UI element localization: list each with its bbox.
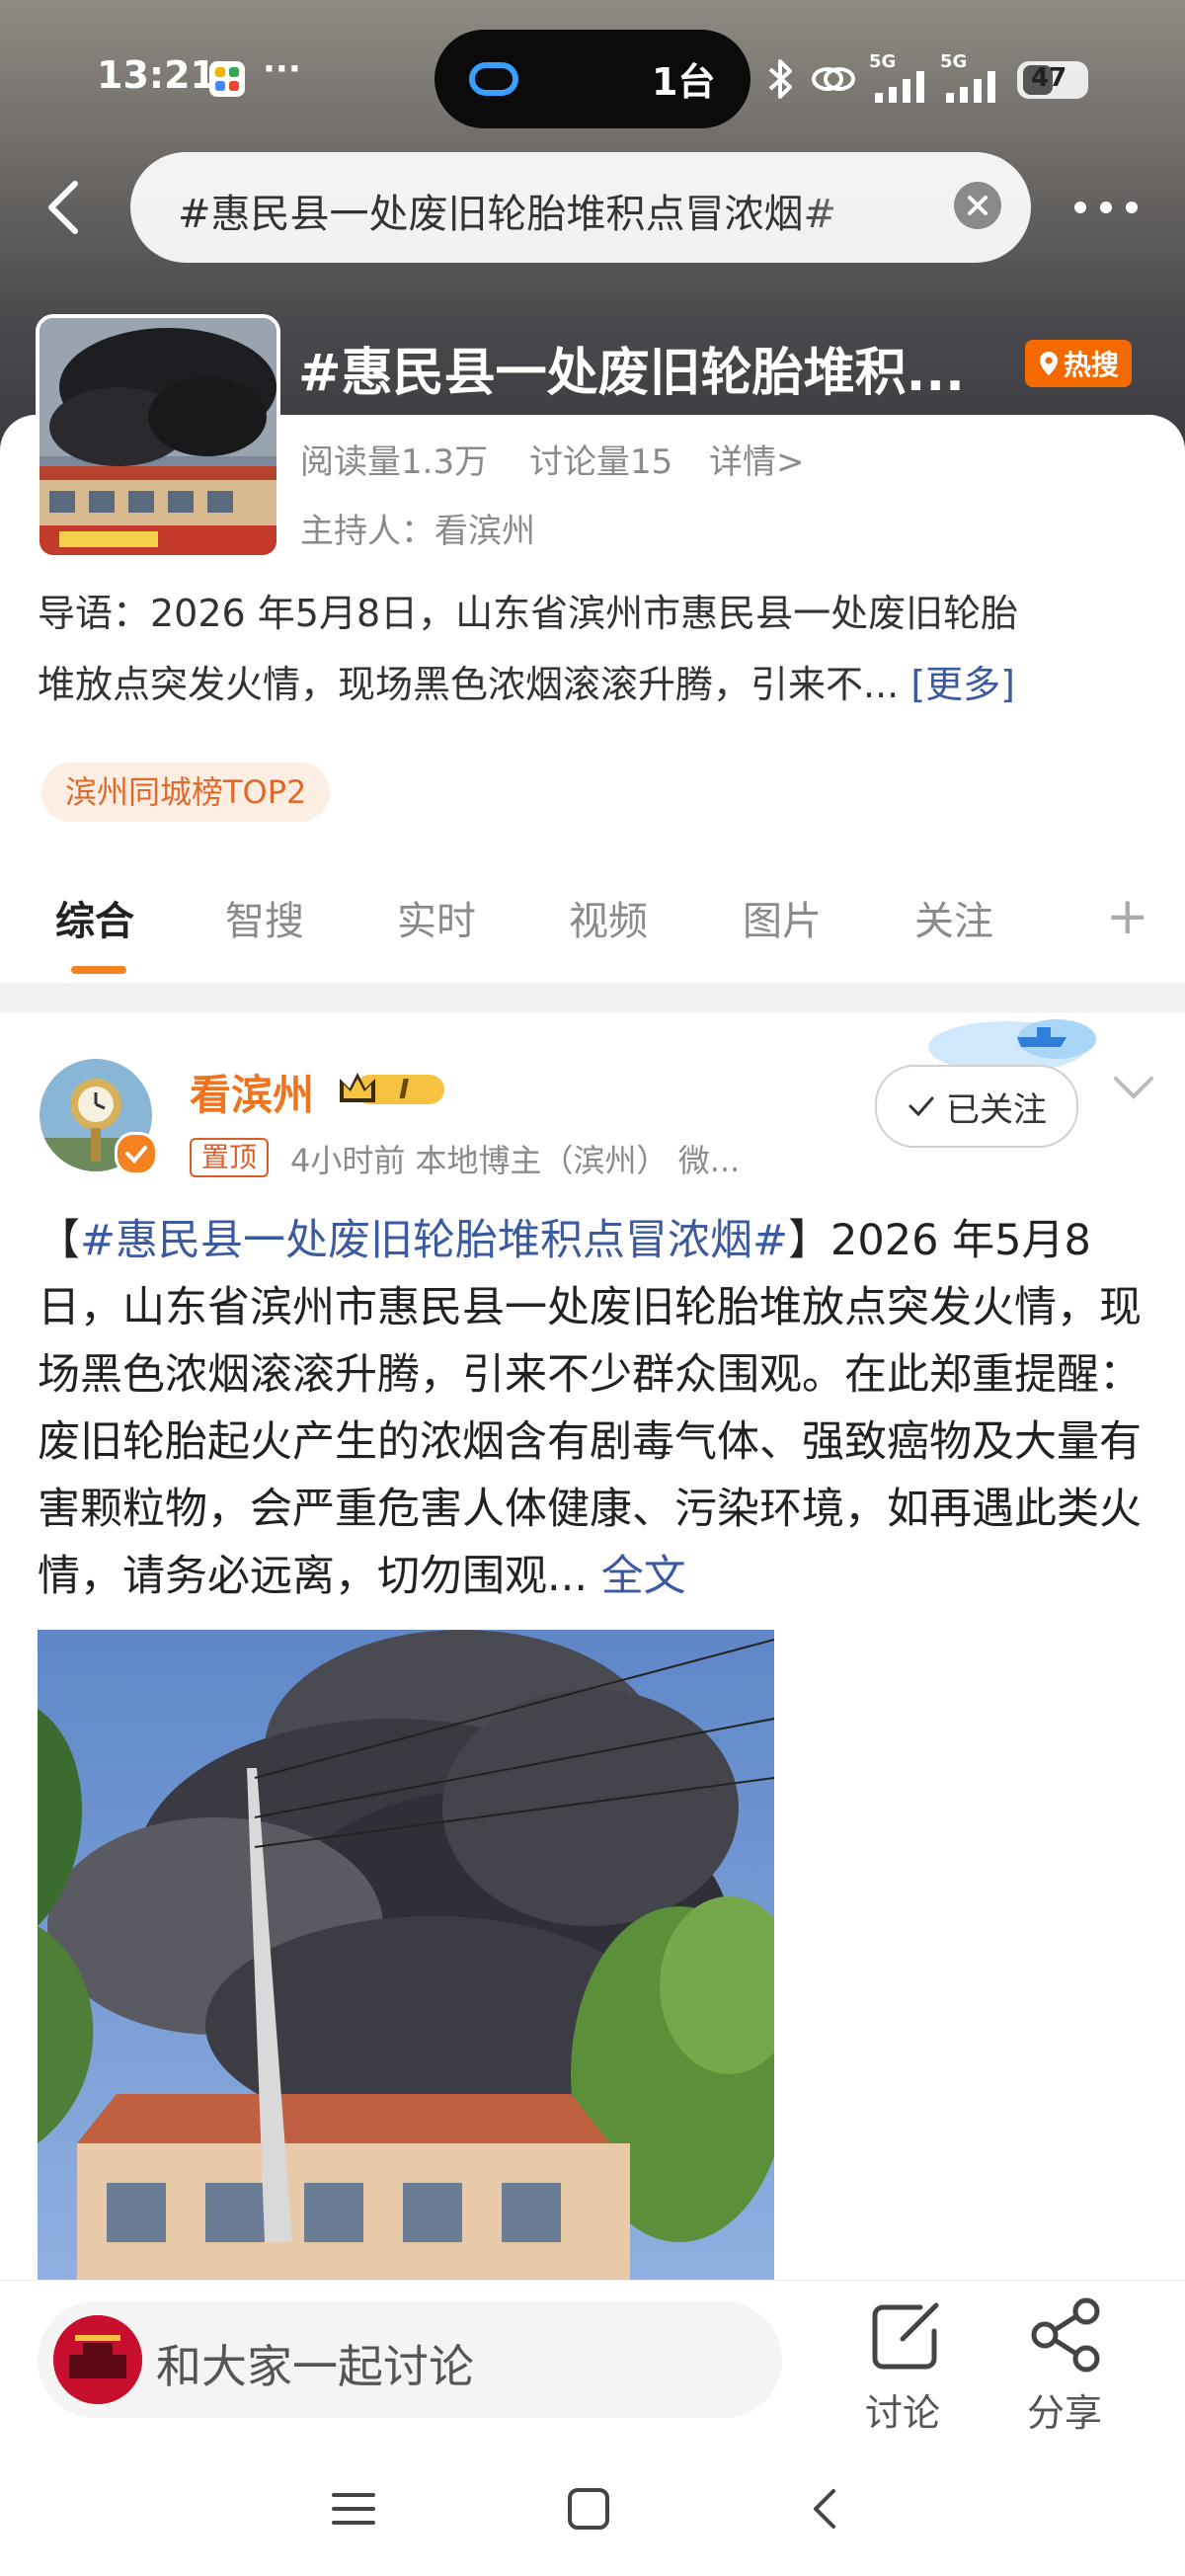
comment-placeholder[interactable]: 和大家一起讨论 xyxy=(156,2331,474,2396)
share-label[interactable]: 分享 xyxy=(1027,2382,1102,2437)
bluetooth-icon xyxy=(766,57,796,101)
tab-images[interactable]: 图片 xyxy=(743,889,822,946)
post-text: 】2026 年5月8日，山东省滨州市惠民县一处废旧轮胎堆放点突发火情，现场黑色浓… xyxy=(38,1216,1142,1601)
search-query[interactable]: #惠民县一处废旧轮胎堆积点冒浓烟# xyxy=(178,182,908,237)
topic-thumbnail[interactable] xyxy=(36,314,280,559)
home-square-icon xyxy=(568,2488,609,2530)
details-link[interactable]: 详情> xyxy=(709,435,805,483)
full-text-link[interactable]: 全文 xyxy=(601,1552,686,1601)
read-count: 阅读量1.3万 xyxy=(300,443,489,482)
following-button[interactable]: 已关注 xyxy=(875,1065,1078,1148)
battery-icon: 47 xyxy=(1017,61,1088,99)
active-tab-indicator xyxy=(71,966,126,974)
edit-icon xyxy=(872,2302,939,2370)
post-hashtag-link[interactable]: #惠民县一处废旧轮胎堆积点冒浓烟# xyxy=(80,1216,788,1265)
check-icon xyxy=(908,1096,934,1117)
tab-comprehensive[interactable]: 综合 xyxy=(55,889,134,946)
more-options-button[interactable] xyxy=(1070,188,1142,227)
recent-apps-button[interactable] xyxy=(332,2489,375,2529)
tab-following[interactable]: 关注 xyxy=(914,889,993,946)
close-icon xyxy=(968,196,988,215)
add-tab-icon[interactable]: + xyxy=(1106,891,1149,942)
pinned-tag: 置顶 xyxy=(190,1138,270,1177)
discuss-button[interactable] xyxy=(865,2297,950,2376)
nav-back-button[interactable] xyxy=(808,2487,841,2531)
verified-badge-icon xyxy=(115,1132,158,1175)
battery-level: 47 xyxy=(1031,63,1067,93)
app-grid-icon xyxy=(209,61,245,97)
post-body: 【#惠民县一处废旧轮胎堆积点冒浓烟#】2026 年5月8日，山东省滨州市惠民县一… xyxy=(38,1207,1163,1610)
status-time: 13:21 xyxy=(97,53,216,97)
menu-icon xyxy=(332,2493,375,2525)
topic-host[interactable]: 主持人：看滨州 xyxy=(300,504,535,552)
more-icon xyxy=(1074,201,1138,213)
signal-icon-2 xyxy=(944,69,1003,103)
share-button[interactable] xyxy=(1027,2295,1108,2375)
tab-realtime[interactable]: 实时 xyxy=(397,889,476,946)
hot-search-label: 热搜 xyxy=(1063,349,1119,381)
hotspot-link-icon xyxy=(810,61,857,97)
topic-title: #惠民县一处废旧轮胎堆积... xyxy=(298,344,965,403)
author-name[interactable]: 看滨州 xyxy=(190,1062,314,1122)
discussion-count: 讨论量15 xyxy=(529,443,673,482)
member-crown-badge[interactable]: I xyxy=(336,1067,448,1112)
back-button[interactable] xyxy=(40,178,91,237)
following-label: 已关注 xyxy=(946,1089,1047,1130)
lead-line-2: 堆放点突发火情，现场黑色浓烟滚滚升腾，引来不... xyxy=(38,663,900,706)
status-more-dots: ··· xyxy=(263,49,301,89)
tab-video[interactable]: 视频 xyxy=(569,889,648,946)
lead-line-1: 导语：2026 年5月8日，山东省滨州市惠民县一处废旧轮胎 xyxy=(38,592,1019,635)
user-avatar[interactable] xyxy=(53,2315,142,2404)
member-level: I xyxy=(399,1073,410,1105)
chevron-down-icon xyxy=(1114,1077,1153,1099)
link-icon xyxy=(464,51,523,107)
discuss-label[interactable]: 讨论 xyxy=(865,2382,940,2437)
lead-more-link[interactable]: [更多] xyxy=(910,663,1015,706)
topic-lead: 导语：2026 年5月8日，山东省滨州市惠民县一处废旧轮胎 堆放点突发火情，现场… xyxy=(38,578,1153,720)
section-divider xyxy=(0,983,1185,1012)
post-meta: 4小时前 本地博主（滨州） 微... xyxy=(290,1142,741,1179)
post-image[interactable] xyxy=(38,1630,774,2282)
connected-count: 1台 xyxy=(652,60,716,104)
clear-search-button[interactable] xyxy=(954,182,1001,229)
body-open-bracket: 【 xyxy=(38,1216,80,1265)
rank-tag[interactable]: 滨州同城榜TOP2 xyxy=(41,763,331,822)
post-menu-button[interactable] xyxy=(1110,1069,1157,1108)
share-icon xyxy=(1031,2297,1100,2373)
hot-search-badge[interactable]: 热搜 xyxy=(1025,340,1132,387)
location-pin-icon xyxy=(1039,352,1058,375)
home-button[interactable] xyxy=(567,2487,610,2531)
back-chevron-icon xyxy=(814,2489,835,2529)
tab-smart-search[interactable]: 智搜 xyxy=(225,889,304,946)
signal-icon-1 xyxy=(873,69,932,103)
